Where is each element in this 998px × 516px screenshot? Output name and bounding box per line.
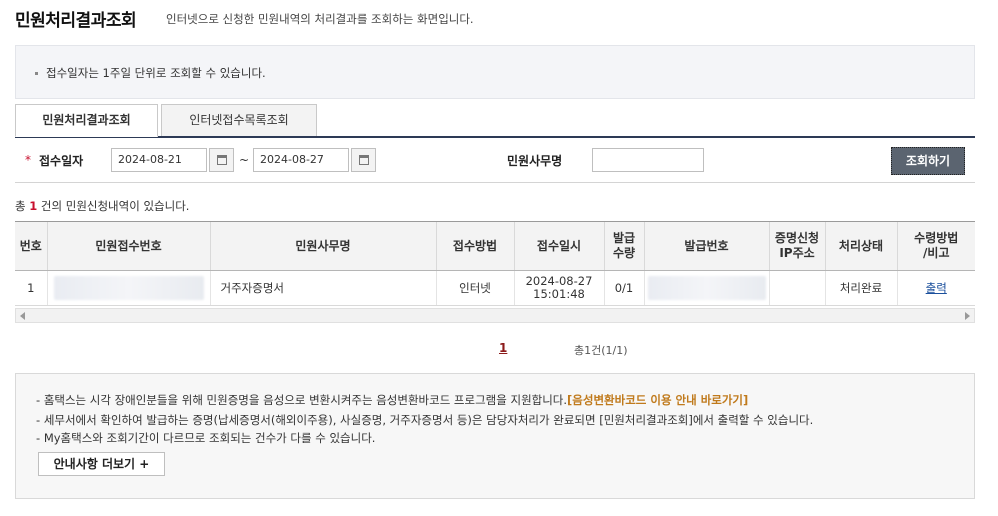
cell-no: 1 <box>15 270 47 306</box>
col-header-receipt-no: 민원접수번호 <box>46 221 210 271</box>
calendar-from-icon[interactable] <box>209 148 234 172</box>
cell-receipt-no <box>46 270 210 306</box>
tab-internet-receipt-list[interactable]: 인터넷접수목록조회 <box>161 104 317 137</box>
info-line-2: - 세무서에서 확인하여 발급하는 증명(납세증명서(해외이주용), 사실증명,… <box>36 413 814 427</box>
col-header-receive: 수령방법/비고 <box>896 221 975 271</box>
col-header-ip: 증명신청 IP주소 <box>768 221 825 271</box>
date-separator: ~ <box>239 153 250 167</box>
result-count: 총 1 건의 민원신청내역이 있습니다. <box>15 199 190 213</box>
scroll-right-icon[interactable] <box>965 312 970 320</box>
more-info-button[interactable]: 안내사항 더보기 + <box>38 452 165 476</box>
notice-text: 접수일자는 1주일 단위로 조회할 수 있습니다. <box>35 65 266 81</box>
date-label: 접수일자 <box>39 154 84 168</box>
page-description: 인터넷으로 신청한 민원내역의 처리결과를 조회하는 화면입니다. <box>166 12 474 26</box>
col-header-date: 접수일시 <box>513 221 604 271</box>
result-table: 번호 민원접수번호 민원사무명 접수방법 접수일시 발급 수량 발급번호 증명신청… <box>15 221 975 306</box>
table-row: 1 거주자증명서 인터넷 2024-08-27 15:01:48 0/1 처리완료… <box>15 270 975 306</box>
redacted-issue-no <box>647 276 766 300</box>
cell-issue-no <box>643 270 769 306</box>
bullet-icon <box>35 72 38 75</box>
col-header-status: 처리상태 <box>824 221 897 271</box>
pager-total: 총1건(1/1) <box>574 344 628 357</box>
print-link[interactable]: 출력 <box>926 281 947 295</box>
col-header-qty: 발급 수량 <box>603 221 644 271</box>
redacted-receipt-no <box>53 276 204 300</box>
scroll-left-icon[interactable] <box>20 312 25 320</box>
calendar-to-icon[interactable] <box>351 148 376 172</box>
page-title: 민원처리결과조회 <box>15 11 137 31</box>
cell-date: 2024-08-27 15:01:48 <box>513 270 604 306</box>
notice-box: 접수일자는 1주일 단위로 조회할 수 있습니다. <box>15 45 975 99</box>
horizontal-scrollbar[interactable] <box>15 308 975 323</box>
office-label: 민원사무명 <box>507 154 563 168</box>
page-link-1[interactable]: 1 <box>499 341 507 355</box>
info-line-3: - My홈택스와 조회기간이 다르므로 조회되는 건수가 다를 수 있습니다. <box>36 431 376 445</box>
cell-ip <box>768 270 825 306</box>
search-panel: * 접수일자 2024-08-21 ~ 2024-08-27 민원사무명 조회하… <box>15 136 975 183</box>
col-header-office-name: 민원사무명 <box>209 221 436 271</box>
cell-action: 출력 <box>896 270 975 306</box>
cell-method: 인터넷 <box>435 270 514 306</box>
voice-barcode-link[interactable]: [음성변환바코드 이용 안내 바로가기] <box>567 393 748 407</box>
cell-qty: 0/1 <box>603 270 644 306</box>
date-from-input[interactable]: 2024-08-21 <box>111 148 207 172</box>
date-to-input[interactable]: 2024-08-27 <box>253 148 349 172</box>
cell-status: 처리완료 <box>824 270 897 306</box>
search-button[interactable]: 조회하기 <box>891 147 965 175</box>
cell-office-name: 거주자증명서 <box>209 270 436 306</box>
col-header-issue-no: 발급번호 <box>643 221 769 271</box>
col-header-method: 접수방법 <box>435 221 514 271</box>
info-line-1: - 홈택스는 시각 장애인분들을 위해 민원증명을 음성으로 변환시켜주는 음성… <box>36 393 749 407</box>
info-box: - 홈택스는 시각 장애인분들을 위해 민원증명을 음성으로 변환시켜주는 음성… <box>15 373 975 499</box>
required-mark: * <box>25 153 31 167</box>
col-header-no: 번호 <box>15 221 47 271</box>
office-name-input[interactable] <box>592 148 704 172</box>
tab-bar: 민원처리결과조회 인터넷접수목록조회 <box>15 104 975 137</box>
table-header-row: 번호 민원접수번호 민원사무명 접수방법 접수일시 발급 수량 발급번호 증명신청… <box>15 221 975 271</box>
tab-result-inquiry[interactable]: 민원처리결과조회 <box>15 104 158 137</box>
